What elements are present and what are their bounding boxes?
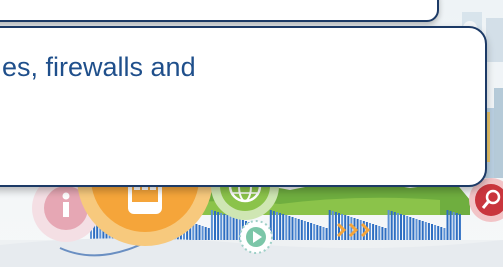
- signal-bar: [282, 214, 285, 242]
- signal-bar: [217, 212, 220, 242]
- signal-bar: [272, 211, 275, 242]
- signal-bar: [393, 212, 396, 242]
- signal-bar: [437, 226, 440, 242]
- signal-bar: [232, 217, 235, 242]
- signal-bar: [276, 212, 278, 242]
- signal-bar: [378, 226, 381, 242]
- signal-bar: [328, 210, 331, 242]
- signal-bar: [440, 227, 443, 242]
- signal-bar: [204, 227, 207, 242]
- signal-bar: [396, 213, 399, 242]
- signal-bar: [214, 211, 216, 242]
- signal-bar: [210, 210, 213, 242]
- main-text-panel: es, firewalls and: [0, 26, 487, 187]
- signal-bar: [403, 215, 406, 242]
- illustration-scene: es, firewalls and: [0, 0, 503, 267]
- signal-bar: [427, 223, 430, 242]
- signal-bar: [350, 217, 353, 242]
- signal-bar: [375, 225, 378, 242]
- signal-bar: [409, 217, 412, 242]
- signal-bar: [198, 225, 201, 242]
- caption-text: es, firewalls and: [2, 52, 196, 82]
- signal-bar: [313, 224, 316, 242]
- signal-bar: [421, 221, 424, 242]
- signal-bar: [452, 212, 455, 242]
- signal-bar: [412, 218, 415, 242]
- signal-bar: [307, 222, 309, 242]
- signal-bar: [381, 227, 384, 242]
- signal-bar: [319, 226, 322, 242]
- signal-bar: [400, 214, 402, 242]
- signal-bar: [291, 217, 294, 242]
- signal-bar: [303, 221, 306, 242]
- signal-bar: [434, 225, 437, 242]
- signal-bar: [322, 227, 325, 242]
- signal-bar: [195, 224, 198, 242]
- signal-bar: [415, 219, 418, 242]
- signal-bar: [424, 222, 427, 242]
- signal-bar: [387, 210, 390, 242]
- signal-bar: [226, 215, 229, 242]
- signal-bar: [294, 218, 297, 242]
- signal-bar: [235, 218, 238, 242]
- signal-bar: [220, 213, 223, 242]
- signal-bar: [455, 213, 458, 242]
- signal-bar: [334, 212, 337, 242]
- signal-bar: [279, 213, 282, 242]
- signal-bar: [390, 211, 393, 242]
- play-icon: [239, 220, 273, 254]
- signal-bar: [406, 216, 409, 242]
- signal-bar: [384, 228, 387, 242]
- signal-bar: [369, 223, 371, 242]
- signal-bar: [458, 214, 461, 242]
- signal-bar: [443, 228, 446, 242]
- signal-bar: [229, 216, 232, 242]
- signal-bar: [431, 224, 433, 242]
- signal-bar: [207, 228, 210, 242]
- signal-bar: [316, 225, 319, 242]
- signal-bar: [285, 215, 288, 242]
- signal-bar: [223, 214, 226, 242]
- signal-bar: [288, 216, 291, 242]
- top-text-panel: [0, 0, 439, 22]
- signal-bar: [310, 223, 313, 242]
- signal-bar: [325, 228, 328, 242]
- signal-bar: [331, 211, 334, 242]
- signal-bar: [359, 220, 362, 242]
- signal-bar: [372, 224, 375, 242]
- signal-bar: [449, 211, 452, 242]
- signal-bar: [418, 220, 421, 242]
- signal-bar: [446, 210, 449, 242]
- signal-bar: [297, 219, 300, 242]
- signal-bar: [201, 226, 204, 242]
- signal-bar: [347, 216, 350, 242]
- signal-bar: [300, 220, 303, 242]
